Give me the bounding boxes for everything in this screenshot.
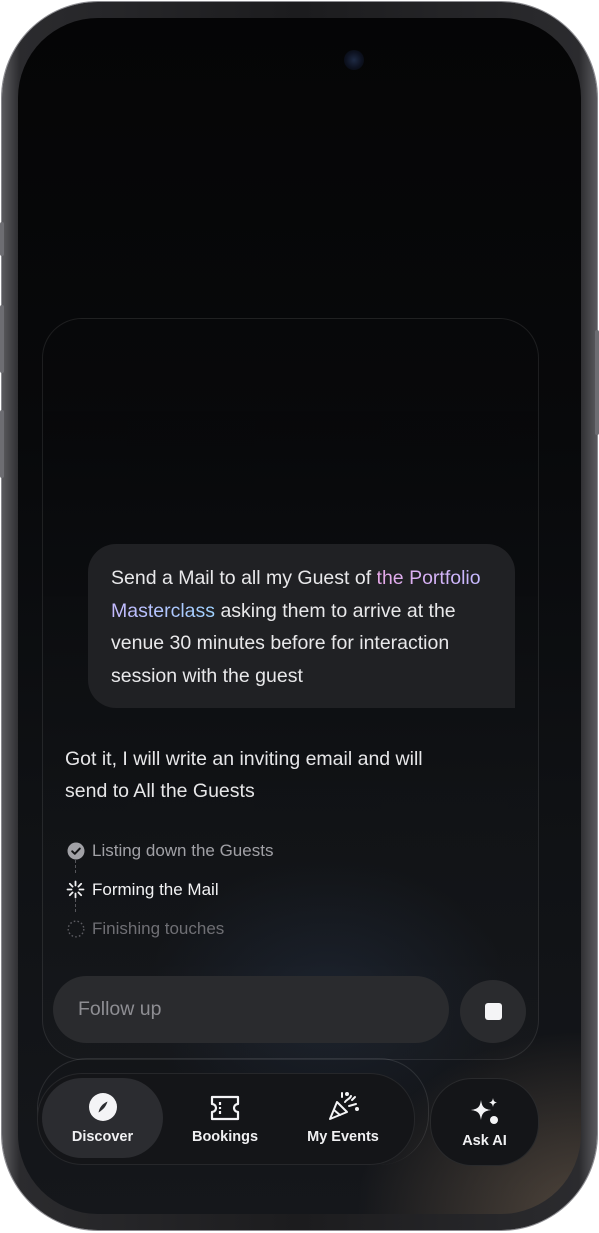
side-button-volume-up (0, 305, 4, 373)
sparkles-icon (469, 1096, 501, 1126)
side-button-power (595, 330, 599, 435)
party-popper-icon (326, 1091, 360, 1122)
side-button-action (0, 222, 4, 256)
ai-reply-text: Got it, I will write an inviting email a… (65, 748, 423, 802)
front-camera (344, 50, 364, 70)
step-label: Listing down the Guests (92, 840, 274, 860)
nav-item-my-events[interactable]: My Events (290, 1078, 396, 1158)
ticket-icon (208, 1092, 242, 1122)
side-button-volume-down (0, 410, 4, 478)
step-label: Forming the Mail (92, 879, 219, 899)
step-forming-mail: Forming the Mail (66, 870, 273, 912)
nav-item-discover[interactable]: Discover (42, 1078, 163, 1158)
stop-button[interactable] (460, 980, 526, 1043)
nav-label: Ask AI (462, 1132, 507, 1149)
check-circle-icon (66, 841, 85, 860)
user-message-text: Send a Mail to all my Guest of (111, 567, 377, 589)
user-message-bubble: Send a Mail to all my Guest of the Portf… (88, 544, 515, 708)
step-finishing-touches: Finishing touches (66, 909, 273, 948)
follow-up-field[interactable] (53, 976, 449, 1043)
step-label: Finishing touches (92, 918, 225, 938)
follow-up-input[interactable] (76, 997, 420, 1022)
compass-icon (88, 1092, 118, 1122)
dotted-circle-icon (66, 919, 85, 938)
nav-item-bookings[interactable]: Bookings (170, 1078, 280, 1158)
stop-square-icon (484, 1003, 502, 1020)
nav-label: My Events (307, 1128, 379, 1145)
step-listing-guests: Listing down the Guests (66, 831, 274, 873)
nav-label: Discover (71, 1128, 134, 1145)
loading-spinner-icon (66, 880, 85, 899)
progress-steps: Listing down the Guests Forming the Mail… (66, 831, 273, 948)
nav-label: Bookings (191, 1128, 259, 1145)
ask-ai-button[interactable]: Ask AI (430, 1078, 539, 1166)
